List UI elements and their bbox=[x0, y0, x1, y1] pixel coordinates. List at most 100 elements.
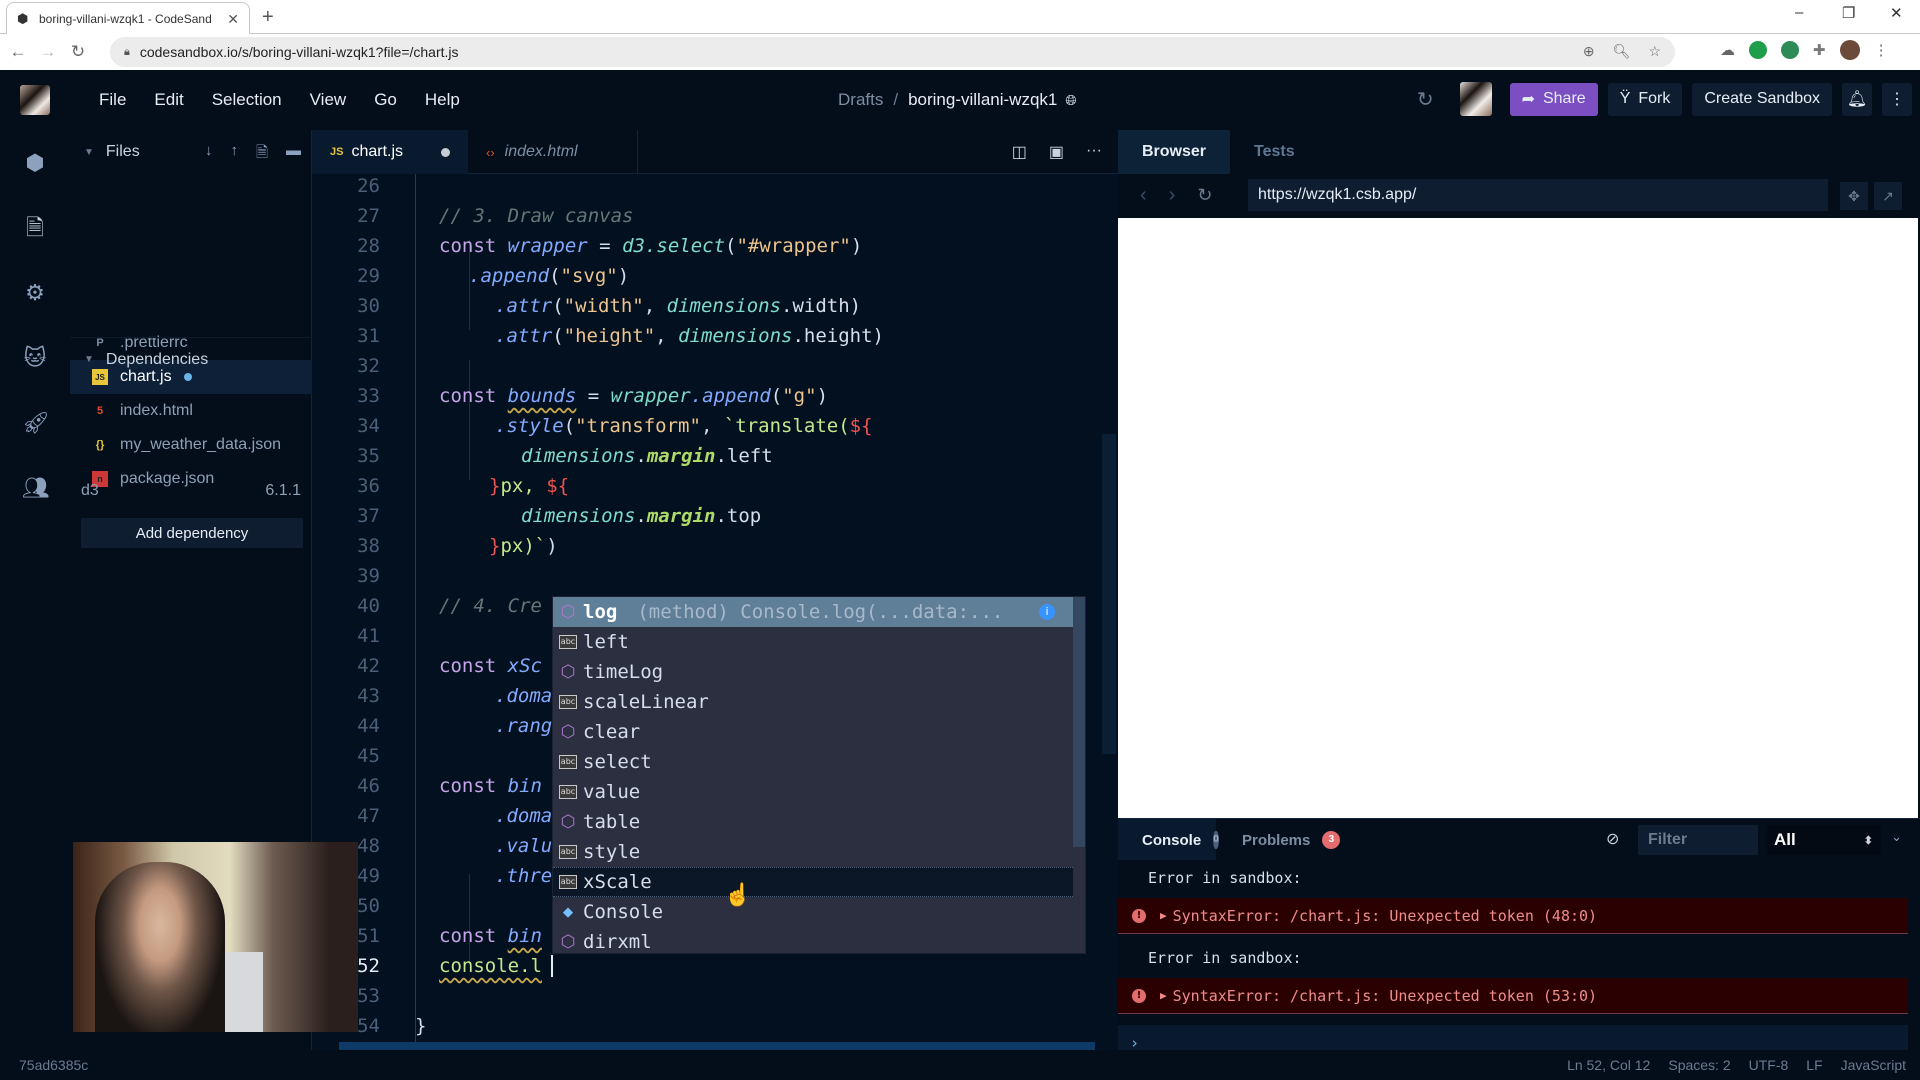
more-actions-icon[interactable]: ··· bbox=[1086, 142, 1102, 162]
menu-edit[interactable]: Edit bbox=[140, 90, 197, 110]
restore-window-button[interactable]: ❐ bbox=[1842, 4, 1855, 22]
expand-caret-icon[interactable]: ▶ bbox=[1160, 989, 1167, 1002]
chrome-menu-icon[interactable]: ⋮ bbox=[1874, 41, 1889, 59]
more-menu-button[interactable]: ⋮ bbox=[1882, 82, 1912, 116]
split-editor-icon[interactable]: ◫ bbox=[1012, 142, 1027, 162]
sandbox-info-icon[interactable]: ⬢ bbox=[22, 150, 48, 176]
dependency-item[interactable]: d3 6.1.1 bbox=[81, 482, 301, 500]
sandbox-name[interactable]: boring-villani-wzqk1 bbox=[908, 90, 1057, 110]
suggestion-item[interactable]: abc value bbox=[553, 777, 1073, 807]
create-sandbox-button[interactable]: Create Sandbox bbox=[1692, 82, 1832, 116]
suggestion-item[interactable]: abc style bbox=[553, 837, 1073, 867]
globe-icon[interactable]: 🌐︎ bbox=[1065, 92, 1076, 109]
responsive-view-icon[interactable]: ✥ bbox=[1840, 182, 1868, 210]
new-file-icon[interactable]: 🗎︎ bbox=[256, 142, 268, 167]
sandbox-logo-avatar[interactable] bbox=[20, 85, 50, 115]
file-item-index-html[interactable]: 5 index.html bbox=[70, 394, 312, 428]
preview-url-input[interactable]: https://wzqk1.csb.app/ bbox=[1248, 179, 1828, 211]
zoom-icon[interactable]: 🔍︎ bbox=[1613, 43, 1631, 60]
tab-tests[interactable]: Tests bbox=[1230, 130, 1319, 174]
dependencies-section-header[interactable]: ▼ Dependencies bbox=[70, 337, 312, 381]
console-error[interactable]: ! ▶ SyntaxError: /chart.js: Unexpected t… bbox=[1118, 898, 1908, 934]
back-icon[interactable]: ← bbox=[6, 42, 30, 62]
console-error[interactable]: ! ▶ SyntaxError: /chart.js: Unexpected t… bbox=[1118, 978, 1908, 1014]
tab-chart-js[interactable]: JS chart.js bbox=[312, 130, 468, 174]
editor-horizontal-scrollbar[interactable] bbox=[339, 1042, 1095, 1050]
menu-view[interactable]: View bbox=[296, 90, 361, 110]
forward-icon[interactable]: → bbox=[36, 42, 60, 62]
github-icon[interactable]: 🐱︎ bbox=[22, 345, 48, 371]
info-icon[interactable]: i bbox=[1039, 604, 1055, 620]
preview-icon[interactable]: ▣ bbox=[1049, 142, 1064, 162]
collapse-console-icon[interactable]: ⌄ bbox=[1891, 829, 1902, 845]
menu-help[interactable]: Help bbox=[411, 90, 474, 110]
open-new-window-icon[interactable]: ↗ bbox=[1874, 182, 1902, 210]
tab-problems[interactable]: Problems 3 bbox=[1218, 819, 1364, 861]
suggestion-item[interactable]: ⬡ timeLog bbox=[553, 657, 1073, 687]
address-bar[interactable]: 🔒︎ codesandbox.io/s/boring-villani-wzqk1… bbox=[110, 37, 1675, 67]
indentation[interactable]: Spaces: 2 bbox=[1668, 1057, 1730, 1073]
reload-icon[interactable]: ↻ bbox=[66, 42, 90, 62]
user-avatar[interactable] bbox=[1459, 82, 1492, 116]
close-window-button[interactable]: ✕ bbox=[1890, 4, 1903, 22]
explorer-icon[interactable]: 🗎︎ bbox=[22, 215, 48, 241]
suggestion-item[interactable]: ⬡ log (method) Console.log(...data:... i bbox=[553, 597, 1073, 627]
profile-avatar[interactable] bbox=[1839, 40, 1860, 60]
suggestion-item[interactable]: abc left bbox=[553, 627, 1073, 657]
file-item-weather-json[interactable]: {} my_weather_data.json bbox=[70, 428, 312, 462]
code-current-input[interactable]: console.l bbox=[439, 951, 542, 981]
deploy-rocket-icon[interactable]: 🚀︎ bbox=[22, 410, 50, 436]
suggestion-item[interactable]: ⬡ dirxml bbox=[553, 927, 1073, 957]
download-icon[interactable]: ↓ bbox=[205, 142, 213, 167]
suggestion-item[interactable]: abc xScale bbox=[553, 867, 1073, 897]
upload-icon[interactable]: ↑ bbox=[230, 142, 238, 167]
bookmark-star-icon[interactable]: ☆ bbox=[1648, 43, 1661, 60]
console-filter-input[interactable]: Filter bbox=[1638, 825, 1758, 855]
preview-forward-icon[interactable]: › bbox=[1169, 184, 1176, 207]
menu-bar: File Edit Selection View Go Help bbox=[85, 70, 474, 130]
menu-go[interactable]: Go bbox=[360, 90, 411, 110]
editor-vertical-scrollbar[interactable] bbox=[1102, 434, 1116, 754]
share-button[interactable]: ➦ Share bbox=[1509, 82, 1598, 116]
expand-caret-icon[interactable]: ▶ bbox=[1160, 909, 1167, 922]
live-users-icon[interactable]: 👥︎ bbox=[22, 475, 50, 501]
tab-index-html[interactable]: ‹› index.html bbox=[468, 130, 638, 174]
line-ending[interactable]: LF bbox=[1806, 1057, 1822, 1073]
breadcrumb-drafts[interactable]: Drafts bbox=[838, 90, 883, 110]
menu-file[interactable]: File bbox=[85, 90, 140, 110]
suggestion-item[interactable]: ⬡ table bbox=[553, 807, 1073, 837]
suggestion-item[interactable]: abc select bbox=[553, 747, 1073, 777]
minimize-window-button[interactable]: – bbox=[1795, 4, 1803, 21]
unsaved-dot-icon[interactable] bbox=[441, 147, 450, 157]
add-dependency-button[interactable]: Add dependency bbox=[81, 518, 303, 548]
encoding[interactable]: UTF-8 bbox=[1749, 1057, 1789, 1073]
suggestion-item[interactable]: ⬡ clear bbox=[553, 717, 1073, 747]
tab-browser[interactable]: Browser bbox=[1118, 130, 1231, 174]
language-mode[interactable]: JavaScript bbox=[1841, 1057, 1906, 1073]
suggestion-item[interactable]: ◆ Console bbox=[553, 897, 1073, 927]
suggestion-item[interactable]: abc scaleLinear bbox=[553, 687, 1073, 717]
extension-grammar-icon[interactable] bbox=[1781, 41, 1799, 59]
extension-green-icon[interactable] bbox=[1749, 41, 1767, 59]
close-tab-icon[interactable]: ✕ bbox=[227, 11, 239, 28]
install-icon[interactable]: ⊕ bbox=[1583, 43, 1595, 60]
cloud-extension-icon[interactable]: ☁ bbox=[1720, 41, 1735, 59]
settings-icon[interactable]: ⚙ bbox=[22, 280, 48, 306]
notifications-button[interactable]: 🔔︎ bbox=[1842, 82, 1872, 116]
menu-selection[interactable]: Selection bbox=[198, 90, 296, 110]
autocomplete-scrollbar[interactable] bbox=[1073, 597, 1085, 847]
preview-refresh-icon[interactable]: ↻ bbox=[1197, 185, 1212, 206]
suggestion-label: timeLog bbox=[583, 661, 664, 683]
clear-console-icon[interactable]: ⊘ bbox=[1606, 829, 1619, 849]
refresh-icon[interactable]: ↻ bbox=[1417, 87, 1434, 112]
preview-frame[interactable] bbox=[1118, 218, 1918, 818]
new-folder-icon[interactable]: ▬ bbox=[286, 142, 301, 167]
extensions-puzzle-icon[interactable]: ✚ bbox=[1813, 41, 1826, 59]
new-tab-button[interactable]: + bbox=[262, 6, 274, 29]
cursor-position[interactable]: Ln 52, Col 12 bbox=[1567, 1057, 1650, 1073]
tab-console[interactable]: Console 0 bbox=[1118, 819, 1219, 861]
preview-back-icon[interactable]: ‹ bbox=[1140, 184, 1147, 207]
log-level-select[interactable]: All ⬍ bbox=[1766, 825, 1881, 855]
browser-tab[interactable]: ⬢ boring-villani-wzqk1 - CodeSand ✕ bbox=[6, 2, 250, 35]
fork-button[interactable]: Ÿ Fork bbox=[1607, 82, 1683, 116]
